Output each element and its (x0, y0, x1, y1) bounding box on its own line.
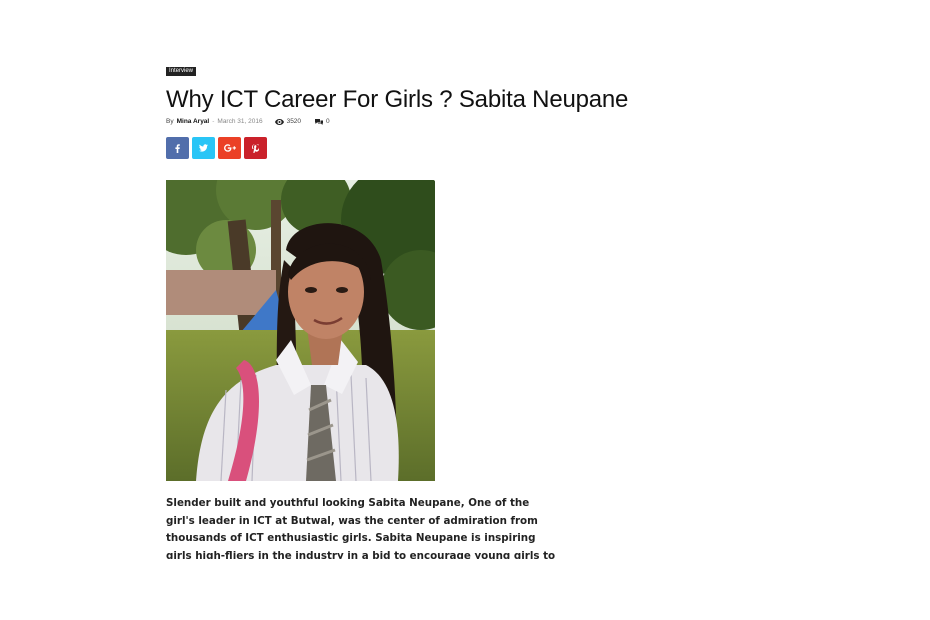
comments-count[interactable]: 0 (315, 117, 330, 127)
publish-date: March 31, 2016 (217, 118, 263, 125)
twitter-share-button[interactable] (192, 137, 215, 159)
views-value: 3520 (286, 118, 302, 125)
share-buttons (166, 137, 270, 159)
portrait-image (166, 180, 435, 481)
googleplus-icon (223, 144, 236, 152)
comments-icon (315, 119, 324, 125)
author-link[interactable]: Mina Aryal (177, 117, 210, 127)
article-excerpt: Slender built and youthful looking Sabit… (166, 497, 556, 559)
pinterest-icon (252, 143, 259, 153)
meta-separator: - (212, 118, 215, 125)
article-photo (166, 180, 435, 481)
googleplus-share-button[interactable] (218, 137, 241, 159)
by-label: By (166, 118, 174, 125)
views-count: 3520 (274, 117, 302, 127)
pinterest-share-button[interactable] (244, 137, 267, 159)
article-meta: By Mina Aryal - March 31, 2016 3520 0 (166, 117, 330, 127)
article-title: Why ICT Career For Girls ? Sabita Neupan… (166, 86, 629, 113)
facebook-icon (175, 143, 180, 153)
eye-icon (274, 119, 284, 125)
twitter-icon (199, 144, 208, 152)
category-badge[interactable]: Interview (166, 67, 197, 76)
facebook-share-button[interactable] (166, 137, 189, 159)
comments-value: 0 (326, 118, 330, 125)
